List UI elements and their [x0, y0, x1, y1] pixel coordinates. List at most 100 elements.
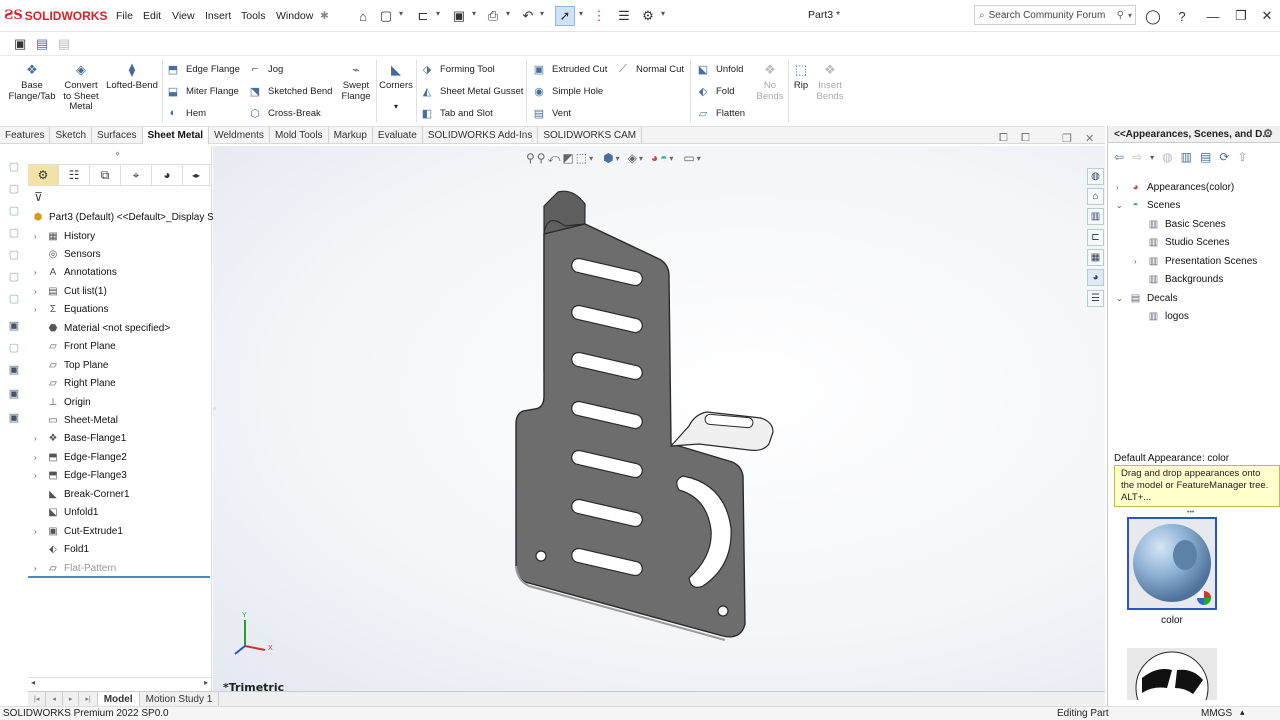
- tab-and-slot-button[interactable]: ◧ Tab and Slot: [420, 105, 493, 121]
- tree-item-flat-pattern[interactable]: › ▱ Flat-Pattern: [34, 559, 116, 577]
- chevron-down-icon[interactable]: ▾: [661, 9, 665, 18]
- tab-weldments[interactable]: Weldments: [209, 127, 270, 144]
- splitter-grip-icon[interactable]: •••: [1187, 509, 1194, 516]
- new-document-icon[interactable]: ▢: [376, 6, 396, 26]
- tree-item-cut-list-1[interactable]: › ▤ Cut list(1): [34, 282, 107, 300]
- display-manager-tab-icon[interactable]: ◕: [152, 165, 183, 185]
- filter-icon[interactable]: ⊽: [34, 190, 43, 204]
- user-account-icon[interactable]: ◯: [1143, 6, 1163, 26]
- insert-bends-button[interactable]: ❖ Insert Bends: [814, 62, 846, 102]
- menu-view[interactable]: View: [172, 10, 195, 22]
- appearance-tree-item-appearances-color[interactable]: › ◕ Appearances(color): [1116, 178, 1234, 196]
- tree-item-equations[interactable]: › Σ Equations: [34, 301, 108, 319]
- custom-properties-icon[interactable]: ☰: [1087, 290, 1104, 307]
- menu-insert[interactable]: Insert: [205, 10, 231, 22]
- tab-evaluate[interactable]: Evaluate: [373, 127, 423, 144]
- minimize-icon[interactable]: —: [1203, 6, 1223, 26]
- unfold-button[interactable]: ⬕ Unfold: [696, 61, 744, 77]
- hem-button[interactable]: ◐ Hem: [166, 105, 206, 121]
- appearance-tree-item-presentation-scenes[interactable]: › ▥ Presentation Scenes: [1134, 252, 1257, 270]
- expand-arrow-icon[interactable]: ›: [34, 434, 42, 443]
- options-gear-icon[interactable]: ⚙: [638, 6, 658, 26]
- tool-icon[interactable]: ▢: [7, 204, 21, 218]
- record-icon[interactable]: ▤: [36, 36, 48, 52]
- tab-mold-tools[interactable]: Mold Tools: [270, 127, 329, 144]
- first-tab-arrow-icon[interactable]: |◂: [28, 692, 47, 706]
- restore-icon[interactable]: ❐: [1231, 6, 1251, 26]
- tool-icon[interactable]: ▢: [7, 160, 21, 174]
- collapse-arrow-icon[interactable]: ⌄: [1116, 294, 1124, 303]
- tree-item-history[interactable]: › ▦ History: [34, 227, 95, 245]
- chevron-down-icon[interactable]: ▾: [579, 9, 583, 18]
- forming-tool-button[interactable]: ⬗ Forming Tool: [420, 61, 495, 77]
- appearance-tree-item-studio-scenes[interactable]: ▥ Studio Scenes: [1134, 234, 1230, 252]
- scroll-left-icon[interactable]: ◂: [31, 678, 35, 687]
- file-explorer-icon[interactable]: ⊏: [1087, 229, 1104, 246]
- tool-icon[interactable]: ▢: [7, 182, 21, 196]
- tree-item-origin[interactable]: ⊥ Origin: [34, 393, 91, 411]
- print-icon[interactable]: ⎙: [483, 6, 503, 26]
- menu-edit[interactable]: Edit: [143, 10, 161, 22]
- edge-flange-button[interactable]: ⬒ Edge Flange: [166, 61, 240, 77]
- solidworks-resources-icon[interactable]: ◍: [1087, 168, 1104, 185]
- menu-file[interactable]: File: [116, 10, 133, 22]
- tree-item-material-not-specified[interactable]: ⬣ Material <not specified>: [34, 319, 171, 337]
- more-tabs-arrow-icon[interactable]: ◂▸: [183, 165, 210, 185]
- select-pointer-icon[interactable]: ➚: [555, 6, 575, 26]
- tool-icon[interactable]: ▣: [7, 363, 21, 377]
- cross-break-button[interactable]: ⬡ Cross-Break: [248, 105, 321, 121]
- chevron-down-icon[interactable]: ▾: [1128, 11, 1135, 20]
- viewport-maximize-icon[interactable]: ❐: [1062, 132, 1072, 145]
- prev-tab-arrow-icon[interactable]: ◂: [46, 692, 63, 706]
- up-arrow-icon[interactable]: ⇧: [1237, 150, 1247, 164]
- help-icon[interactable]: ?: [1172, 6, 1192, 26]
- miter-flange-button[interactable]: ⬓ Miter Flange: [166, 83, 239, 99]
- open-folder-icon[interactable]: ⊏: [413, 6, 433, 26]
- menu-window[interactable]: Window: [276, 10, 313, 22]
- appearance-tree-item-decals[interactable]: ⌄ ▤ Decals: [1116, 289, 1178, 307]
- expand-arrow-icon[interactable]: ›: [34, 305, 42, 314]
- viewport-tile-icon[interactable]: ⧠: [1021, 132, 1030, 145]
- tree-item-cut-extrude1[interactable]: › ▣ Cut-Extrude1: [34, 522, 123, 540]
- color-appearance-swatch[interactable]: [1127, 517, 1217, 610]
- panel-grip-icon[interactable]: ⋄: [115, 149, 120, 158]
- add-file-location-icon[interactable]: ◍: [1162, 150, 1172, 164]
- chevron-down-icon[interactable]: ▾: [378, 102, 414, 113]
- corners-button[interactable]: ◣ Corners ▾: [378, 62, 414, 112]
- simple-hole-button[interactable]: ◉ Simple Hole: [532, 83, 603, 99]
- sketched-bend-button[interactable]: ⬔ Sketched Bend: [248, 83, 333, 99]
- chevron-up-icon[interactable]: ▴: [1240, 707, 1245, 718]
- camera-icon[interactable]: ▣: [14, 36, 26, 52]
- expand-arrow-icon[interactable]: ›: [34, 564, 42, 573]
- extruded-cut-button[interactable]: ▣ Extruded Cut: [532, 61, 608, 77]
- tree-horizontal-scrollbar[interactable]: ◂ ▸: [28, 677, 212, 689]
- fold-button[interactable]: ⬖ Fold: [696, 83, 735, 99]
- no-bends-button[interactable]: ❖ No Bends: [755, 62, 785, 102]
- chevron-down-icon[interactable]: ▾: [540, 9, 544, 18]
- scroll-right-icon[interactable]: ▸: [204, 678, 208, 687]
- chevron-down-icon[interactable]: ▾: [472, 9, 476, 18]
- next-tab-arrow-icon[interactable]: ▸: [63, 692, 80, 706]
- tool-icon[interactable]: ▢: [7, 270, 21, 284]
- tree-item-right-plane[interactable]: ▱ Right Plane: [34, 375, 116, 393]
- tree-item-edge-flange3[interactable]: › ⬒ Edge-Flange3: [34, 467, 127, 485]
- appearance-tree-item-scenes[interactable]: ⌄ ◓ Scenes: [1116, 197, 1180, 215]
- tree-item-edge-flange2[interactable]: › ⬒ Edge-Flange2: [34, 448, 127, 466]
- tool-icon[interactable]: ▣: [7, 387, 21, 401]
- sheet-metal-gusset-button[interactable]: ◭ Sheet Metal Gusset: [420, 83, 524, 99]
- tree-item-sheet-metal[interactable]: ▭ Sheet-Metal: [34, 412, 118, 430]
- swept-flange-button[interactable]: ⌁ Swept Flange: [338, 62, 374, 102]
- rebuild-traffic-light-icon[interactable]: ⋮: [589, 6, 609, 26]
- panel-collapse-handle-icon[interactable]: ◦: [213, 404, 216, 413]
- menu-tools[interactable]: Tools: [241, 10, 266, 22]
- viewport-close-icon[interactable]: ✕: [1085, 132, 1094, 145]
- tool-icon[interactable]: ▣: [7, 411, 21, 425]
- tree-item-break-corner1[interactable]: ◣ Break-Corner1: [34, 485, 129, 503]
- tab-sheet-metal[interactable]: Sheet Metal: [142, 127, 210, 144]
- tool-icon[interactable]: ▣: [7, 319, 21, 333]
- jog-button[interactable]: ⌐ Jog: [248, 61, 284, 77]
- add-folder-icon[interactable]: ▥: [1181, 150, 1192, 164]
- tree-root-part[interactable]: ⬢ Part3 (Default) <<Default>_Display Sta: [31, 208, 223, 226]
- tab-cam[interactable]: SOLIDWORKS CAM: [538, 127, 643, 144]
- appearance-tree-item-basic-scenes[interactable]: ▥ Basic Scenes: [1134, 215, 1226, 233]
